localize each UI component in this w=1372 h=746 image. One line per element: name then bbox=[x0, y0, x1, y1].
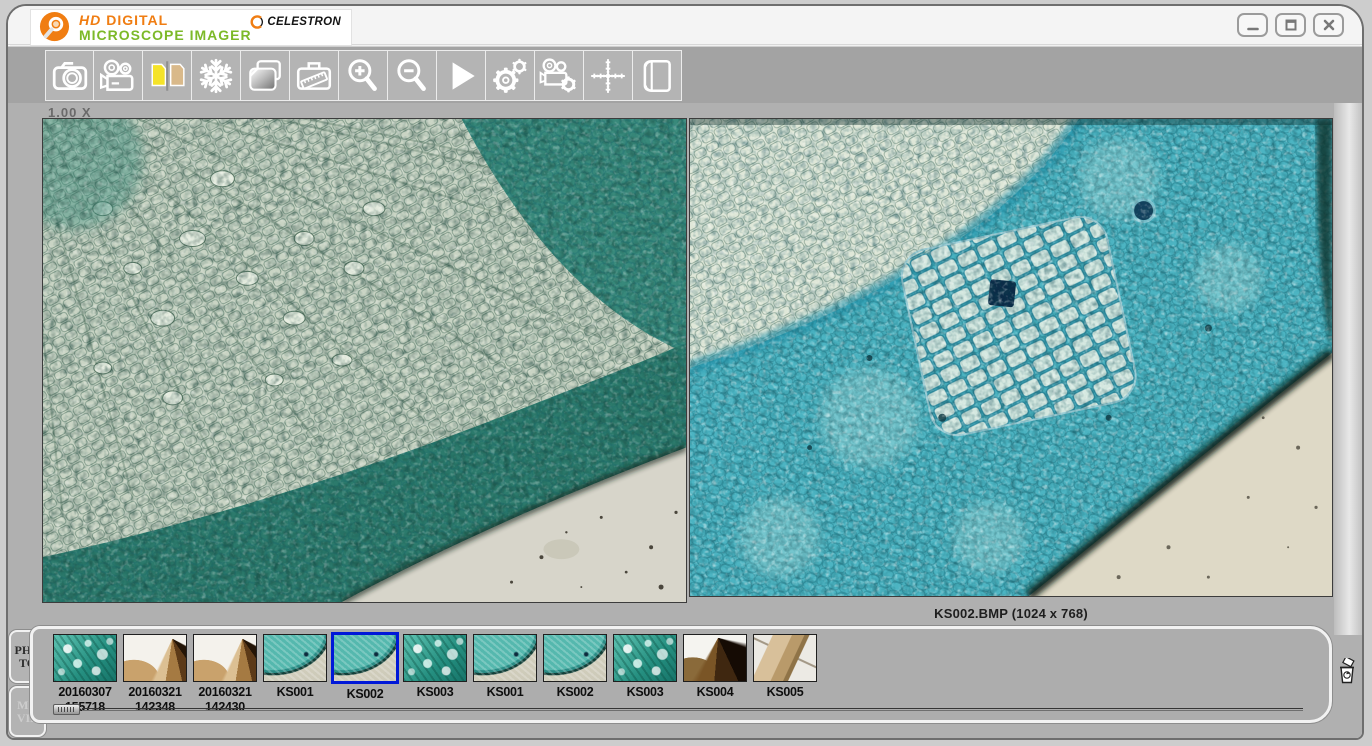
zoom-out-button[interactable] bbox=[388, 50, 437, 101]
thumbnail-image bbox=[543, 634, 607, 682]
window-controls bbox=[1237, 13, 1344, 37]
thumbnail-image bbox=[613, 634, 677, 682]
maximize-icon bbox=[1284, 18, 1298, 32]
compare-images-icon bbox=[147, 56, 187, 96]
play-icon bbox=[441, 56, 481, 96]
maximize-button[interactable] bbox=[1275, 13, 1306, 37]
calibration-icon bbox=[588, 56, 628, 96]
left-microscope-image bbox=[43, 119, 686, 602]
scrollbar-handle[interactable] bbox=[53, 704, 80, 715]
zoom-in-button[interactable] bbox=[339, 50, 388, 101]
video-settings-icon bbox=[539, 56, 579, 96]
thumbnail-label: KS001 bbox=[473, 685, 537, 700]
toolbar bbox=[8, 46, 1362, 103]
thumbnail-image bbox=[123, 634, 187, 682]
thumbnail-image bbox=[263, 634, 327, 682]
recycle-bin-button[interactable] bbox=[1335, 658, 1359, 688]
measurement-tools-button[interactable] bbox=[290, 50, 339, 101]
help-book-icon bbox=[637, 56, 677, 96]
thumbnail-label: KS003 bbox=[613, 685, 677, 700]
scrollbar-track[interactable] bbox=[82, 708, 1303, 711]
thumbnail-label: KS002 bbox=[333, 687, 397, 702]
thumbnail-label: KS002 bbox=[543, 685, 607, 700]
microscope-imager-label: MICROSCOPE IMAGER bbox=[79, 28, 252, 43]
thumbnail-scrollbar bbox=[53, 703, 1303, 716]
digital-label: DIGITAL bbox=[106, 12, 168, 28]
app-logo: HD DIGITAL MICROSCOPE IMAGER CELESTRON bbox=[30, 9, 352, 46]
browse-files-icon bbox=[245, 56, 285, 96]
thumbnail-label: KS005 bbox=[753, 685, 817, 700]
minimize-icon bbox=[1246, 18, 1260, 32]
thumbnail-label: KS003 bbox=[403, 685, 467, 700]
main-area: 1.00 X bbox=[8, 103, 1362, 738]
zoom-out-icon bbox=[392, 56, 432, 96]
title-bar: HD DIGITAL MICROSCOPE IMAGER CELESTRON bbox=[8, 6, 1362, 45]
celestron-logo: CELESTRON bbox=[250, 15, 341, 29]
close-icon bbox=[1322, 18, 1336, 32]
thumbnail-label: KS004 bbox=[683, 685, 747, 700]
thumbnail-image bbox=[753, 634, 817, 682]
right-specimen-view[interactable] bbox=[689, 118, 1333, 597]
recycle-bin-icon bbox=[1336, 658, 1358, 685]
video-record-icon bbox=[98, 56, 138, 96]
photo-capture-button[interactable] bbox=[45, 50, 94, 101]
minimize-button[interactable] bbox=[1237, 13, 1268, 37]
selected-file-caption: KS002.BMP (1024 x 768) bbox=[689, 606, 1333, 621]
toolbar-strip bbox=[45, 50, 682, 101]
thumbnail-image bbox=[473, 634, 537, 682]
app-title: HD DIGITAL MICROSCOPE IMAGER bbox=[79, 13, 252, 43]
play-button[interactable] bbox=[437, 50, 486, 101]
freeze-frame-icon bbox=[196, 56, 236, 96]
video-settings-button[interactable] bbox=[535, 50, 584, 101]
thumbnail-image bbox=[53, 634, 117, 682]
thumbnail-image bbox=[403, 634, 467, 682]
compare-images-button[interactable] bbox=[143, 50, 192, 101]
photo-capture-icon bbox=[50, 56, 90, 96]
hd-label: HD bbox=[79, 12, 101, 28]
right-microscope-image bbox=[690, 119, 1332, 596]
thumbnail-label: KS001 bbox=[263, 685, 327, 700]
left-specimen-view[interactable] bbox=[42, 118, 687, 603]
thumbnail-image bbox=[331, 632, 399, 684]
thumbnail-image bbox=[193, 634, 257, 682]
browse-files-button[interactable] bbox=[241, 50, 290, 101]
app-window: HD DIGITAL MICROSCOPE IMAGER CELESTRON bbox=[6, 4, 1364, 740]
video-record-button[interactable] bbox=[94, 50, 143, 101]
close-button[interactable] bbox=[1313, 13, 1344, 37]
thumbnail-panel: 20160307155718 20160321142348 2016032114… bbox=[30, 626, 1332, 723]
celestron-label: CELESTRON bbox=[267, 16, 341, 28]
calibration-button[interactable] bbox=[584, 50, 633, 101]
help-book-button[interactable] bbox=[633, 50, 682, 101]
zoom-in-icon bbox=[343, 56, 383, 96]
celestron-orb-icon bbox=[250, 15, 264, 29]
freeze-frame-button[interactable] bbox=[192, 50, 241, 101]
magnifier-logo-icon bbox=[38, 11, 71, 44]
settings-button[interactable] bbox=[486, 50, 535, 101]
settings-icon bbox=[490, 56, 530, 96]
right-frame-strip bbox=[1334, 103, 1362, 635]
thumbnail-image bbox=[683, 634, 747, 682]
measurement-tools-icon bbox=[294, 56, 334, 96]
